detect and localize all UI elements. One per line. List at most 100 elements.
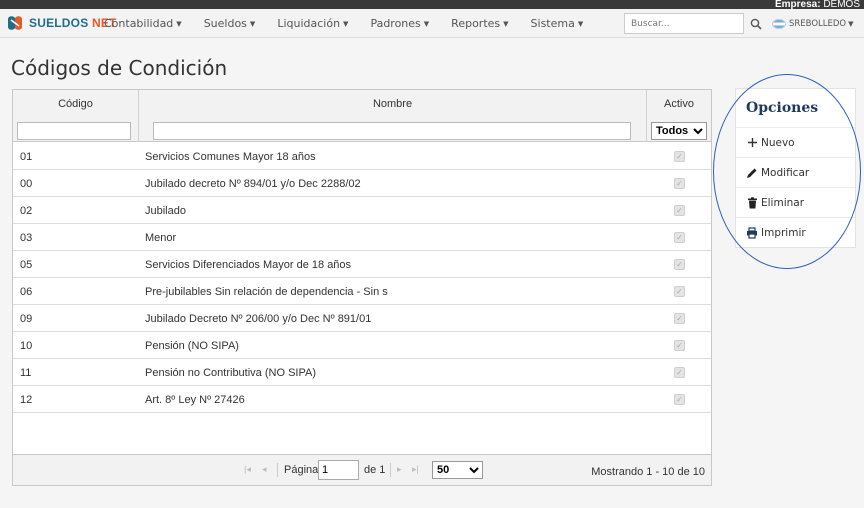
column-header-active[interactable]: Activo [647,98,711,110]
edit-label: Modificar [761,166,810,179]
user-name: SREBOLLEDO [789,18,847,29]
brand-logo-icon [8,16,22,30]
delete-label: Eliminar [761,196,805,209]
cell-name: Pensión no Contributiva (NO SIPA) [145,367,316,379]
trash-icon [746,196,758,209]
caret-down-icon: ▼ [423,19,430,28]
search-input[interactable] [624,13,744,34]
cell-name: Pre-jubilables Sin relación de dependenc… [145,286,388,298]
cell-code: 03 [20,232,33,244]
menu-liquidacion[interactable]: Liquidación ▼ [277,17,348,30]
page-title: Códigos de Condición [11,56,228,80]
column-name: Nombre [139,90,647,142]
navbar: SUELDOS NET Contabilidad ▼ Sueldos ▼ Liqui… [0,9,864,38]
column-header-code[interactable]: Código [13,98,138,110]
cell-code: 05 [20,259,33,271]
column-active: Activo Todos [647,90,711,142]
brand-name-left: SUELDOS [29,16,89,30]
active-checkbox: ✓ [674,394,685,405]
plus-icon [746,137,758,149]
search-button[interactable] [748,13,764,34]
last-page-icon[interactable]: ▸| [412,464,419,475]
active-checkbox: ✓ [674,151,685,162]
cell-code: 11 [20,367,32,379]
caret-down-icon: ▼ [503,19,509,28]
options-title: Opciones [746,100,819,116]
menu-sistema[interactable]: Sistema ▼ [531,17,584,30]
pager-separator [277,463,278,477]
caret-down-icon: ▼ [176,19,182,28]
top-strip: Empresa: DEMOS [0,0,864,10]
table-row[interactable]: 00 Jubilado decreto Nº 894/01 y/o Dec 22… [13,170,711,197]
flag-icon [772,18,786,29]
page-size-select[interactable]: 50 [432,461,483,479]
print-button[interactable]: Imprimir [736,217,855,247]
cell-name: Menor [145,232,177,244]
active-checkbox: ✓ [674,286,685,297]
table-row[interactable]: 11 Pensión no Contributiva (NO SIPA) ✓ [13,359,711,386]
page-count: de 1 [364,464,386,476]
menu-contabilidad[interactable]: Contabilidad ▼ [104,17,182,30]
caret-down-icon: ▼ [249,19,256,28]
delete-button[interactable]: Eliminar [736,187,855,217]
caret-down-icon: ▼ [577,19,584,28]
table-row[interactable]: 05 Servicios Diferenciados Mayor de 18 a… [13,251,711,278]
cell-code: 00 [20,178,33,190]
menu-label: Liquidación [277,17,341,30]
cell-code: 02 [20,205,33,217]
codes-table: Código Nombre Activo Todos 01 Servicios … [12,89,712,486]
page-number-input[interactable] [318,460,359,480]
active-checkbox: ✓ [674,232,685,243]
cell-name: Jubilado decreto Nº 894/01 y/o Dec 2288/… [145,178,361,190]
table-row[interactable]: 09 Jubilado Decreto Nº 206/00 y/o Dec Nº… [13,305,711,332]
records-count: Mostrando 1 - 10 de 10 [591,466,705,478]
cell-name: Servicios Comunes Mayor 18 años [145,151,316,163]
next-page-icon[interactable]: ▸ [397,464,402,475]
active-checkbox: ✓ [674,367,685,378]
options-panel: Opciones Nuevo Modificar Eliminar Imprim… [735,88,856,248]
prev-page-icon[interactable]: ◂ [262,464,267,475]
active-checkbox: ✓ [674,340,685,351]
pencil-icon [746,167,758,179]
cell-name: Jubilado Decreto Nº 206/00 y/o Dec Nº 89… [145,313,372,325]
filter-code-input[interactable] [17,122,131,140]
menu-label: Sueldos [203,17,247,30]
table-row[interactable]: 01 Servicios Comunes Mayor 18 años ✓ [13,143,711,170]
column-code: Código [13,90,139,142]
user-menu[interactable]: SREBOLLEDO ▼ [772,9,854,38]
filter-name-input[interactable] [153,122,631,140]
active-checkbox: ✓ [674,313,685,324]
menu-sueldos[interactable]: Sueldos ▼ [204,17,256,30]
search-icon [750,18,762,30]
print-label: Imprimir [761,226,806,239]
pager: |◂ ◂ Página de 1 ▸ ▸| 50 Mostrando 1 - 1… [13,454,711,485]
menu-label: Contabilidad [104,17,174,30]
printer-icon [746,226,758,239]
cell-name: Jubilado [145,205,186,217]
brand[interactable]: SUELDOS NET [5,13,117,33]
active-checkbox: ✓ [674,205,685,216]
table-row[interactable]: 02 Jubilado ✓ [13,197,711,224]
menu-reportes[interactable]: Reportes ▼ [451,17,508,30]
edit-button[interactable]: Modificar [736,157,855,187]
main-menu: Contabilidad ▼ Sueldos ▼ Liquidación ▼ Padr… [104,9,605,38]
table-row[interactable]: 03 Menor ✓ [13,224,711,251]
first-page-icon[interactable]: |◂ [244,464,251,475]
new-button[interactable]: Nuevo [736,127,855,157]
cell-code: 12 [20,394,33,406]
cell-code: 06 [20,286,33,298]
column-header-name[interactable]: Nombre [139,98,646,110]
menu-label: Padrones [370,17,421,30]
table-row[interactable]: 10 Pensión (NO SIPA) ✓ [13,332,711,359]
menu-label: Reportes [451,17,501,30]
pager-separator [390,463,391,477]
cell-name: Pensión (NO SIPA) [145,340,239,352]
cell-name: Servicios Diferenciados Mayor de 18 años [145,259,352,271]
menu-padrones[interactable]: Padrones ▼ [370,17,429,30]
table-row[interactable]: 06 Pre-jubilables Sin relación de depend… [13,278,711,305]
table-row[interactable]: 12 Art. 8º Ley Nº 27426 ✓ [13,386,711,413]
table-header: Código Nombre Activo Todos [13,90,711,142]
cell-code: 01 [20,151,33,163]
filter-active-select[interactable]: Todos [651,122,707,140]
caret-down-icon: ▼ [343,19,349,28]
